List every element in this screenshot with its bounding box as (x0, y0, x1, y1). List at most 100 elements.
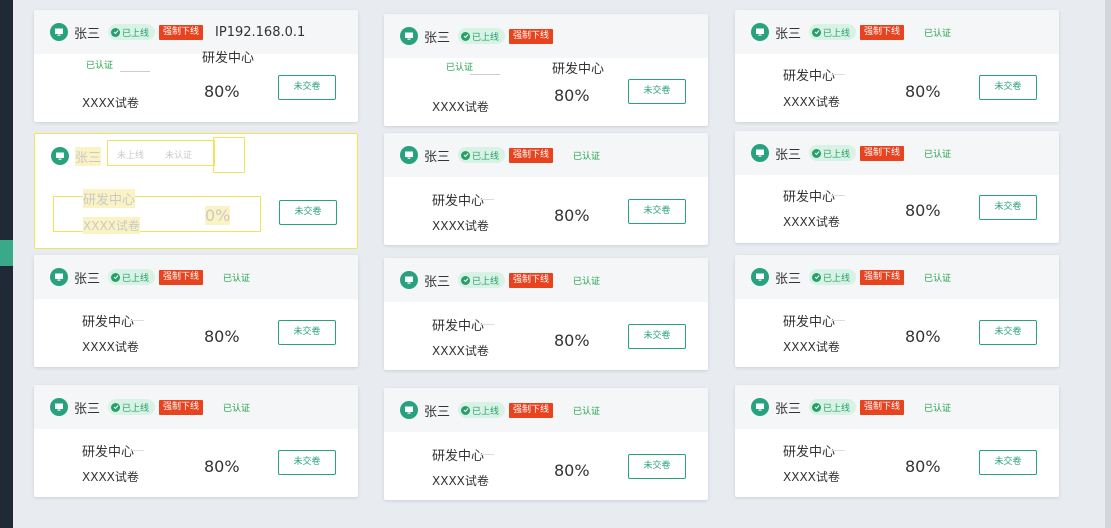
divider (120, 71, 150, 72)
card-body: 研发中心 XXXX试卷 80% 未交卷 (735, 54, 1059, 122)
candidate-card: 张三 已上线 强制下线 已认证 研发中心 XXXX试卷 80% 未交卷 (384, 388, 708, 500)
department: 研发中心 (783, 445, 836, 460)
candidate-name: 张三 (74, 271, 101, 287)
candidate-card: 张三 已上线 强制下线 已认证 研发中心 XXXX试卷 80% 未交卷 (34, 255, 358, 367)
department: 研发中心 (432, 194, 485, 209)
candidate-name: 张三 (74, 26, 101, 42)
card-body: 已认证 研发中心 XXXX试卷 80% 未交卷 (34, 51, 358, 122)
submit-status-button[interactable]: 未交卷 (979, 320, 1037, 345)
scrollbar[interactable] (1105, 0, 1111, 528)
candidate-name: 张三 (775, 147, 802, 163)
exam-paper: XXXX试卷 (432, 474, 489, 488)
status-badge: 已上线 (108, 24, 156, 40)
submit-status-button[interactable]: 未交卷 (628, 79, 686, 104)
submit-status-button[interactable]: 未交卷 (979, 195, 1037, 220)
progress-percent: 80% (905, 201, 941, 220)
card-body: 研发中心 XXXX试卷 80% 未交卷 (735, 299, 1059, 367)
card-header: 张三 已上线 强制下线 已认证 (34, 255, 358, 299)
exam-paper: XXXX试卷 (432, 344, 489, 358)
progress-percent: 80% (204, 457, 240, 476)
submit-status-button[interactable]: 未交卷 (278, 450, 336, 475)
progress-percent: 80% (905, 327, 941, 346)
verified-label: 已认证 (924, 403, 952, 414)
exam-paper: XXXX试卷 (783, 95, 840, 109)
submit-status-button[interactable]: 未交卷 (979, 75, 1037, 100)
submit-status-button[interactable]: 未交卷 (278, 320, 336, 345)
card-header: 张三 已上线 强制下线 已认证 (384, 133, 708, 177)
card-header: 张三 已上线 强制下线 已认证 (735, 10, 1059, 54)
divider (130, 320, 144, 321)
exam-paper: XXXX试卷 (432, 100, 489, 114)
department: 研发中心 (783, 315, 836, 330)
verified-label: 已认证 (446, 63, 474, 73)
candidate-card: 张三 已上线 强制下线 IP192.168.0.1 已认证 研发中心 XXXX试… (34, 10, 358, 122)
exam-paper: XXXX试卷 (83, 217, 140, 234)
submit-status-button[interactable]: 未交卷 (628, 454, 686, 479)
department: 研发中心 (552, 62, 605, 77)
force-offline-button[interactable]: 强制下线 (159, 269, 204, 285)
exam-paper: XXXX试卷 (82, 470, 139, 484)
submit-status-button[interactable]: 未交卷 (628, 199, 686, 224)
verified-label: 已认证 (223, 273, 251, 284)
card-body: 研发中心 XXXX试卷 80% 未交卷 (384, 302, 708, 370)
status-badge: 已上线 (809, 145, 857, 161)
force-offline-button[interactable]: 强制下线 (509, 272, 554, 288)
force-offline-button[interactable]: 强制下线 (509, 28, 554, 44)
candidate-card: 张三 已上线 强制下线 已认证 研发中心 XXXX试卷 80% 未交卷 (384, 133, 708, 245)
check-icon (461, 150, 471, 160)
department: 研发中心 (83, 189, 136, 208)
candidate-card: 张三 已上线 强制下线 已认证 研发中心 XXXX试卷 80% 未交卷 (735, 131, 1059, 243)
card-header: 张三 已上线 强制下线 已认证 (735, 255, 1059, 299)
department: 研发中心 (82, 445, 135, 460)
candidate-card: 张三 已上线 强制下线 已认证 研发中心 XXXX试卷 80% 未交卷 (735, 10, 1059, 122)
submit-status-button[interactable]: 未交卷 (279, 200, 337, 225)
force-offline-button[interactable]: 强制下线 (509, 402, 554, 418)
divider (480, 324, 494, 325)
force-offline-button[interactable]: 强制下线 (860, 24, 905, 40)
ip-address: IP192.168.0.1 (215, 24, 306, 40)
force-offline-button[interactable]: 强制下线 (860, 145, 905, 161)
department: 研发中心 (783, 190, 836, 205)
department: 研发中心 (82, 315, 135, 330)
candidate-name: 张三 (74, 401, 101, 417)
verified-label: 未认证 (165, 151, 193, 161)
force-offline-button[interactable]: 强制下线 (860, 269, 905, 285)
check-icon (111, 27, 121, 37)
progress-percent: 80% (554, 331, 590, 350)
exam-paper: XXXX试卷 (783, 215, 840, 229)
monitor-icon (400, 401, 418, 419)
divider (480, 454, 494, 455)
card-body: 研发中心 XXXX试卷 80% 未交卷 (735, 429, 1059, 497)
progress-percent: 80% (204, 327, 240, 346)
candidate-card: 张三 已上线 强制下线 已认证 研发中心 XXXX试卷 80% 未交卷 (735, 385, 1059, 497)
check-icon (461, 31, 471, 41)
submit-status-button[interactable]: 未交卷 (278, 75, 336, 100)
card-body: 研发中心 XXXX试卷 80% 未交卷 (34, 299, 358, 367)
progress-percent: 80% (204, 82, 240, 101)
verified-label: 已认证 (924, 273, 952, 284)
force-offline-button[interactable]: 强制下线 (159, 399, 204, 415)
exam-paper: XXXX试卷 (783, 470, 840, 484)
force-offline-button[interactable]: 强制下线 (509, 147, 554, 163)
status-badge: 已上线 (809, 269, 857, 285)
exam-paper: XXXX试卷 (432, 219, 489, 233)
department: 研发中心 (432, 449, 485, 464)
check-icon (111, 402, 121, 412)
divider (831, 320, 845, 321)
candidate-name: 张三 (424, 30, 451, 46)
exam-paper: XXXX试卷 (82, 340, 139, 354)
side-nav-strip (0, 0, 13, 528)
status-badge: 已上线 (809, 24, 857, 40)
force-offline-button[interactable]: 强制下线 (159, 24, 204, 40)
candidate-name: 张三 (424, 404, 451, 420)
force-offline-button[interactable]: 强制下线 (860, 399, 905, 415)
check-icon (812, 148, 822, 158)
monitor-icon (50, 398, 68, 416)
submit-status-button[interactable]: 未交卷 (628, 324, 686, 349)
divider (130, 450, 144, 451)
progress-percent: 80% (905, 457, 941, 476)
card-header: 张三 已上线 强制下线 已认证 (735, 385, 1059, 429)
progress-percent: 80% (554, 461, 590, 480)
submit-status-button[interactable]: 未交卷 (979, 450, 1037, 475)
candidate-card: 张三 已上线 强制下线 已认证 研发中心 XXXX试卷 80% 未交卷 (34, 385, 358, 497)
